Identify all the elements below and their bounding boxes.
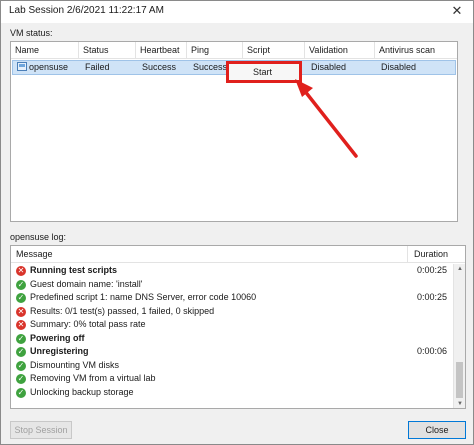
success-check-icon: ✓ [16,293,26,303]
log-message: Powering off [30,332,85,343]
scroll-down-icon[interactable]: ▼ [454,399,465,408]
log-row[interactable]: ✓ Removing VM from a virtual lab [11,372,453,386]
log-duration: 0:00:25 [416,292,447,302]
log-duration: 0:00:06 [416,346,447,356]
log-message: Dismounting VM disks [30,359,120,370]
log-row[interactable]: ✓ Predefined script 1: name DNS Server, e… [11,291,453,305]
success-check-icon: ✓ [16,387,26,398]
success-check-icon: ✓ [16,347,26,357]
success-check-icon: ✓ [16,279,26,290]
log-message: Unregistering [30,346,89,356]
scroll-up-icon[interactable]: ▲ [454,264,465,274]
log-message: Running test scripts [30,265,118,275]
log-row[interactable]: ✕ Running test scripts 0:00:25 [11,264,453,278]
log-label: opensuse log: [10,232,67,242]
log-message: Removing VM from a virtual lab [30,373,156,383]
log-row[interactable]: ✓ Unlocking backup storage [11,386,453,400]
log-row[interactable]: ✕ Summary: 0% total pass rate [11,318,453,332]
lab-session-window: Lab Session 2/6/2021 11:22:17 AM ✕ VM st… [0,0,474,445]
log-message: Unlocking backup storage [30,386,134,397]
success-check-icon: ✓ [16,333,26,344]
failure-x-icon: ✕ [16,306,26,317]
log-row[interactable]: ✓ Powering off [11,332,453,346]
log-header: Message Duration [11,246,465,263]
log-message: Summary: 0% total pass rate [30,319,146,329]
close-button[interactable]: Close [408,421,466,439]
session-log-grid: Message Duration ✕ Running test scripts 0:… [10,245,466,409]
column-header-message[interactable]: Message [11,246,408,263]
log-message: Results: 0/1 test(s) passed, 1 failed, 0… [30,305,215,316]
failure-x-icon: ✕ [16,320,26,330]
log-duration: 0:00:25 [416,265,447,275]
column-header-duration[interactable]: Duration [409,246,455,263]
stop-session-button[interactable]: Stop Session [10,421,72,439]
log-message: Predefined script 1: name DNS Server, er… [30,292,257,302]
log-scrollbar[interactable]: ▲ ▼ [453,264,465,408]
success-check-icon: ✓ [16,360,26,371]
log-row[interactable]: ✕ Results: 0/1 test(s) passed, 1 failed, … [11,305,453,319]
log-body: ✕ Running test scripts 0:00:25 ✓ Guest domai… [11,264,453,408]
log-row[interactable]: ✓ Guest domain name: 'install' [11,278,453,292]
log-row[interactable]: ✓ Unregistering 0:00:06 [11,345,453,359]
scroll-thumb[interactable] [456,362,463,398]
log-row[interactable]: ✓ Dismounting VM disks [11,359,453,373]
log-message: Guest domain name: 'install' [30,278,143,289]
failure-x-icon: ✕ [16,266,26,276]
success-check-icon: ✓ [16,374,26,384]
